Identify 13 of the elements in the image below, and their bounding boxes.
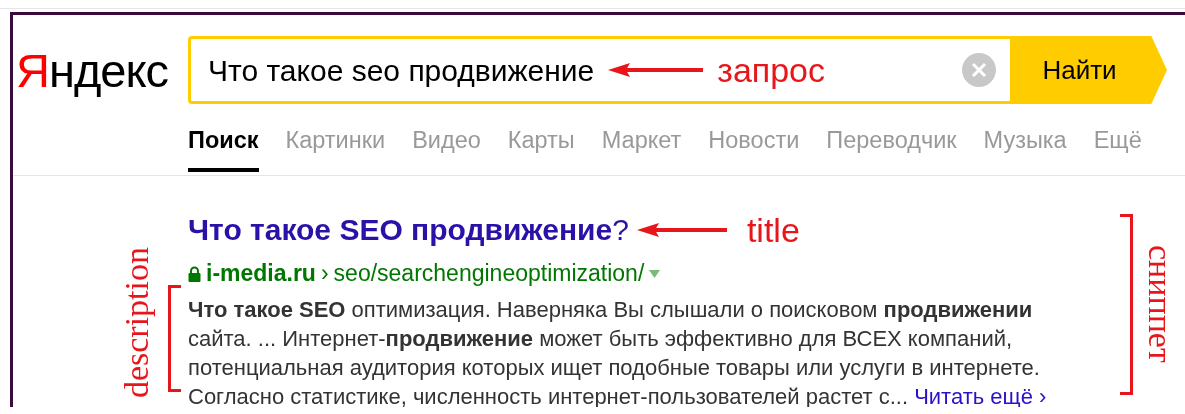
dropdown-caret-icon[interactable] bbox=[649, 269, 661, 278]
result-domain[interactable]: i-media.ru bbox=[206, 256, 316, 291]
breadcrumb-separator: › bbox=[320, 259, 329, 289]
annotation-label: сниппет bbox=[1143, 245, 1177, 364]
annotation-label: запрос bbox=[717, 53, 826, 87]
search-tab[interactable]: Поиск bbox=[188, 120, 259, 173]
result-path[interactable]: seo/searchengineoptimization/ bbox=[333, 256, 645, 291]
clear-icon[interactable] bbox=[962, 53, 996, 87]
search-field[interactable]: Что такое seo продвижение запрос bbox=[188, 36, 1010, 104]
annotation-label: title bbox=[746, 212, 800, 247]
result-title[interactable]: Что такое SEO продвижение? bbox=[188, 207, 629, 253]
annotation-label: description bbox=[120, 247, 154, 399]
search-button[interactable]: Найти bbox=[1010, 36, 1167, 104]
